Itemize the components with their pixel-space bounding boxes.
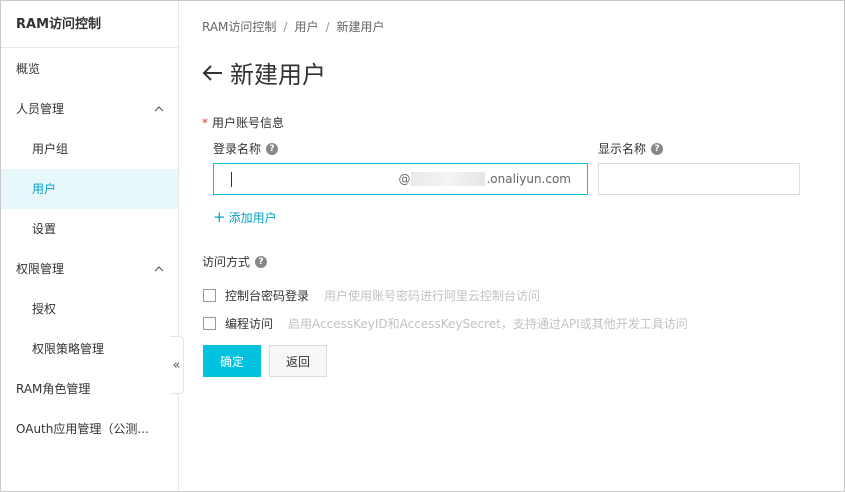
programmatic-access-option[interactable]: 编程访问 启用AccessKeyID和AccessKeySecret，支持通过A…	[203, 315, 688, 332]
account-info-section-label: * 用户账号信息	[202, 114, 284, 131]
sidebar-item-settings[interactable]: 设置	[1, 209, 178, 249]
breadcrumb-separator: /	[325, 20, 330, 34]
sidebar-item-label: 权限管理	[16, 262, 65, 276]
page-title-text: 新建用户	[230, 61, 326, 89]
plus-icon: +	[213, 208, 226, 226]
back-button[interactable]: 返回	[269, 345, 327, 377]
breadcrumb-item-ram[interactable]: RAM访问控制	[202, 20, 276, 34]
sidebar-item-permission-management[interactable]: 权限管理	[1, 249, 178, 289]
help-icon[interactable]: ?	[266, 142, 279, 155]
console-login-option[interactable]: 控制台密码登录 用户使用账号密码进行阿里云控制台访问	[203, 287, 540, 304]
add-user-link[interactable]: + 添加用户	[213, 209, 277, 226]
breadcrumb-separator: /	[283, 20, 288, 34]
display-name-label-text: 显示名称	[598, 142, 647, 156]
sidebar-item-ram-roles[interactable]: RAM角色管理	[1, 369, 178, 409]
add-user-label: 添加用户	[228, 211, 277, 225]
login-name-label-text: 登录名称	[213, 142, 262, 156]
sidebar: RAM访问控制 概览 人员管理 用户组 用户 设置 权限管理 授权 权限策略管理…	[1, 1, 179, 491]
sidebar-item-policy-management[interactable]: 权限策略管理	[1, 329, 178, 369]
breadcrumb-item-current: 新建用户	[336, 20, 385, 34]
sidebar-item-people-management[interactable]: 人员管理	[1, 89, 178, 129]
chevron-up-icon	[154, 266, 164, 272]
confirm-button[interactable]: 确定	[203, 345, 261, 377]
breadcrumb-item-users[interactable]: 用户	[294, 20, 318, 34]
page-title: 新建用户	[202, 55, 326, 90]
chevron-up-icon	[154, 106, 164, 112]
sidebar-item-authorization[interactable]: 授权	[1, 289, 178, 329]
help-icon[interactable]: ?	[255, 255, 268, 268]
required-mark: *	[202, 116, 208, 130]
option-label: 编程访问	[225, 317, 274, 331]
arrow-left-icon[interactable]	[202, 64, 224, 82]
access-mode-label: 访问方式 ?	[202, 253, 268, 270]
option-description: 用户使用账号密码进行阿里云控制台访问	[324, 289, 541, 303]
option-label: 控制台密码登录	[225, 289, 310, 303]
sidebar-item-oauth-apps[interactable]: OAuth应用管理（公测...	[1, 409, 178, 449]
breadcrumb: RAM访问控制 / 用户 / 新建用户	[202, 18, 385, 35]
display-name-input[interactable]	[598, 163, 800, 195]
domain-suffix: @ .onaliyun.com	[398, 172, 571, 186]
login-name-input[interactable]: @ .onaliyun.com	[213, 163, 588, 195]
login-name-label: 登录名称 ?	[213, 140, 279, 157]
programmatic-access-checkbox[interactable]	[203, 317, 216, 330]
sidebar-item-overview[interactable]: 概览	[1, 49, 178, 89]
domain-at-sign: @	[398, 172, 411, 186]
domain-suffix-text: .onaliyun.com	[486, 172, 571, 186]
masked-domain	[411, 172, 486, 186]
text-caret	[231, 172, 232, 187]
option-description: 启用AccessKeyID和AccessKeySecret，支持通过API或其他…	[288, 317, 688, 331]
sidebar-item-users[interactable]: 用户	[1, 169, 178, 209]
section-label-text: 用户账号信息	[212, 116, 285, 130]
sidebar-title: RAM访问控制	[1, 1, 178, 48]
sidebar-item-label: 人员管理	[16, 102, 65, 116]
console-login-checkbox[interactable]	[203, 289, 216, 302]
sidebar-item-user-groups[interactable]: 用户组	[1, 129, 178, 169]
access-mode-label-text: 访问方式	[202, 255, 251, 269]
main-content: RAM访问控制 / 用户 / 新建用户 新建用户 * 用户账号信息 登录名称 ? 显示名称…	[180, 1, 843, 491]
display-name-label: 显示名称 ?	[598, 140, 664, 157]
help-icon[interactable]: ?	[651, 142, 664, 155]
